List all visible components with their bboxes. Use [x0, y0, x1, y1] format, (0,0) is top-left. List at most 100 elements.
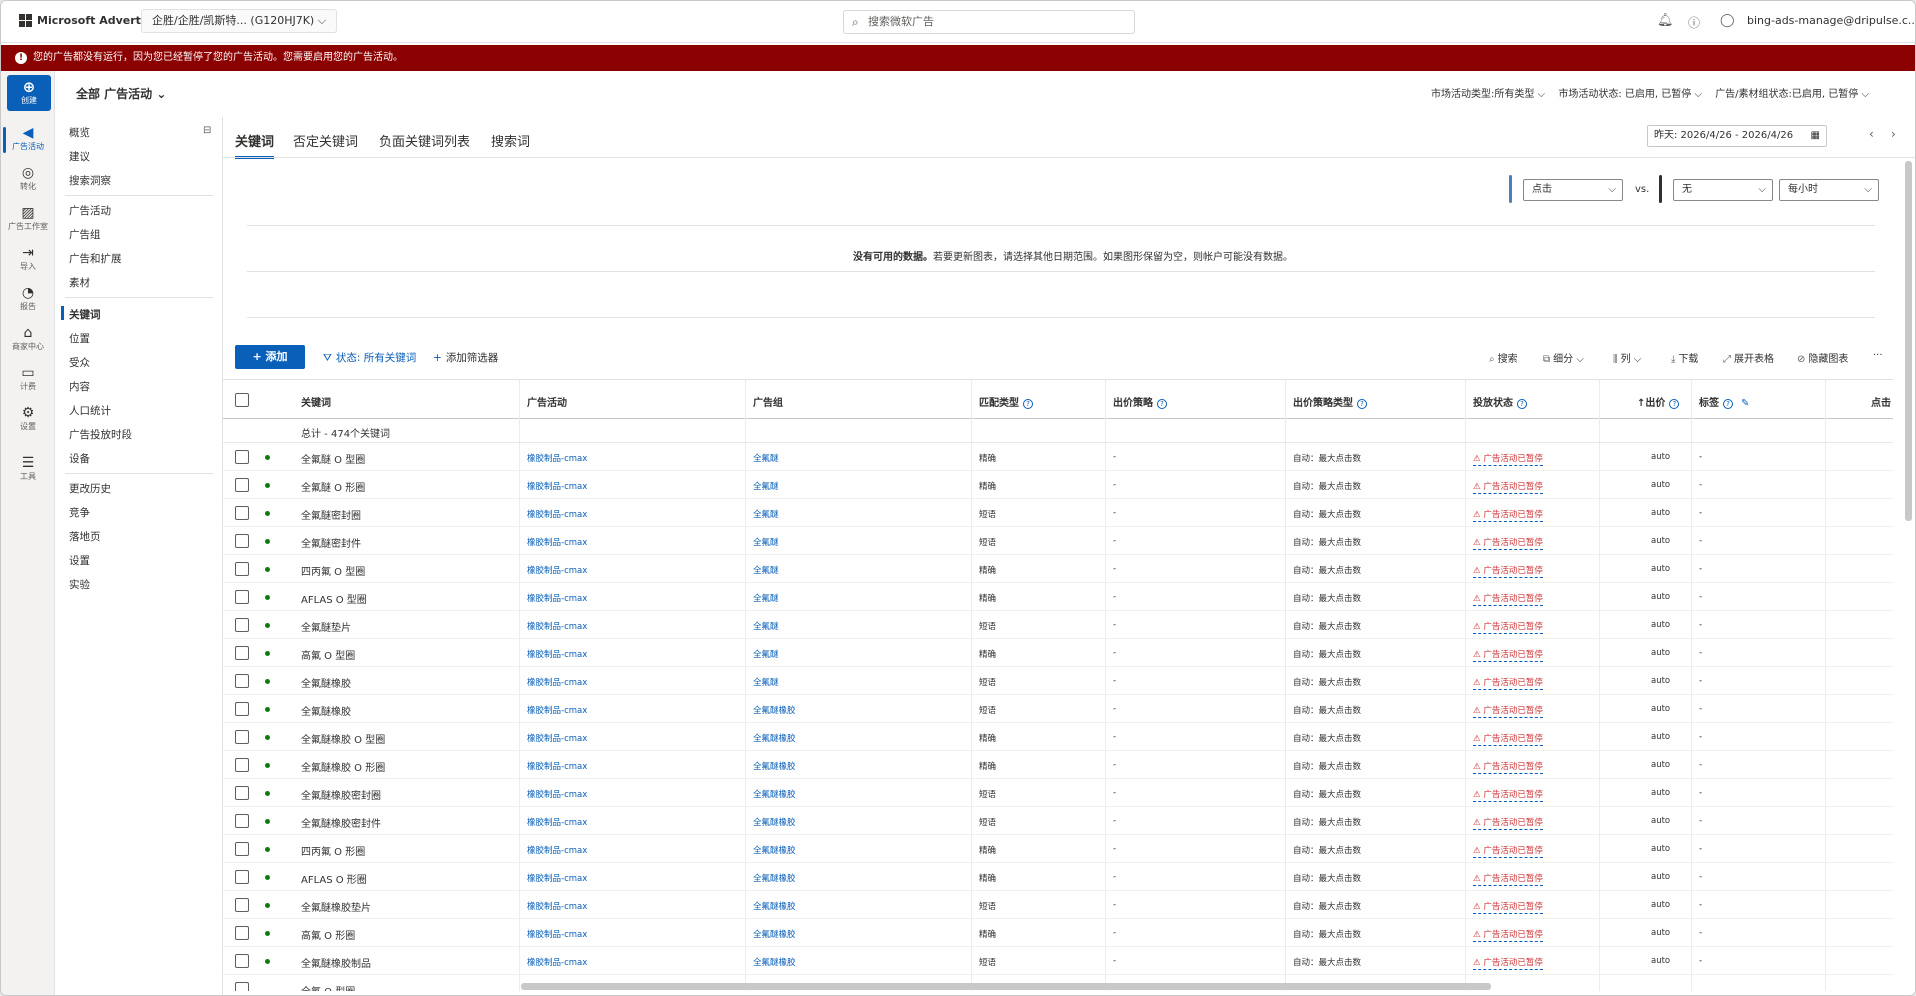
cell-ad-group[interactable]: 全氟醚 [753, 452, 779, 464]
cell-ad-group[interactable]: 全氟醚橡胶 [753, 760, 796, 772]
row-checkbox[interactable] [235, 646, 249, 660]
campaign-status-filter[interactable]: 市场活动状态: 已启用, 已暂停 ⌵ [1558, 89, 1702, 100]
user-email[interactable]: bing-ads-manage@dripulse.c... [1747, 14, 1915, 27]
columns-button[interactable]: ⫼ 列 ⌵ [1613, 350, 1641, 365]
cell-campaign[interactable]: 橡胶制品-cmax [527, 816, 587, 828]
cell-campaign[interactable]: 橡胶制品-cmax [527, 620, 587, 632]
cell-ad-group[interactable]: 全氟醚橡胶 [753, 732, 796, 744]
cell-keyword[interactable]: 全氟 O 型圈 [301, 983, 355, 991]
nav-search-insights[interactable]: 搜索洞察 [69, 173, 111, 188]
nav-ad-schedule[interactable]: 广告投放时段 [69, 427, 132, 442]
cell-campaign[interactable]: 橡胶制品-cmax [527, 844, 587, 856]
rail-item-import[interactable]: ⇥ 导入 [1, 245, 55, 272]
cell-keyword[interactable]: 全氟醚密封圈 [301, 507, 361, 522]
cell-ad-group[interactable]: 全氟醚橡胶 [753, 788, 796, 800]
row-checkbox[interactable] [235, 982, 249, 991]
rail-item-conversions[interactable]: ◎ 转化 [1, 165, 55, 192]
rail-item-billing[interactable]: ▭ 计费 [1, 365, 55, 392]
cell-keyword[interactable]: 全氟醚橡胶密封件 [301, 815, 381, 830]
cell-campaign[interactable]: 橡胶制品-cmax [527, 732, 587, 744]
create-button[interactable]: ⊕ 创建 [7, 75, 51, 111]
cell-delivery-status[interactable]: ⚠ 广告活动已暂停 [1473, 760, 1543, 774]
col-match-type[interactable]: 匹配类型? [979, 394, 1033, 409]
rail-item-settings[interactable]: ⚙ 设置 [1, 405, 55, 432]
cell-delivery-status[interactable]: ⚠ 广告活动已暂停 [1473, 956, 1543, 970]
account-selector[interactable]: 企胜/企胜/凯斯特... (G120HJ7K) ⌵ [141, 9, 338, 33]
cell-ad-group[interactable]: 全氟醚 [753, 536, 779, 548]
tab-negative-keyword-lists[interactable]: 负面关键词列表 [379, 131, 470, 150]
cell-ad-group[interactable]: 全氟醚 [753, 676, 779, 688]
row-checkbox[interactable] [235, 562, 249, 576]
nav-ad-groups[interactable]: 广告组 [69, 227, 101, 242]
cell-campaign[interactable]: 橡胶制品-cmax [527, 676, 587, 688]
metric1-select[interactable]: 点击 ⌵ [1523, 179, 1623, 201]
col-labels[interactable]: 标签? ✎ [1699, 394, 1749, 409]
cell-campaign[interactable]: 橡胶制品-cmax [527, 536, 587, 548]
cell-delivery-status[interactable]: ⚠ 广告活动已暂停 [1473, 676, 1543, 690]
cell-ad-group[interactable]: 全氟醚 [753, 648, 779, 660]
cell-campaign[interactable]: 橡胶制品-cmax [527, 452, 587, 464]
label-edit-icon[interactable]: ✎ [1741, 398, 1749, 409]
cell-keyword[interactable]: 全氟醚橡胶垫片 [301, 899, 371, 914]
date-range-picker[interactable]: 昨天: 2026/4/26 - 2026/4/26 ▦ [1647, 125, 1827, 147]
cell-delivery-status[interactable]: ⚠ 广告活动已暂停 [1473, 480, 1543, 494]
help-icon[interactable]: ⓘ [1688, 14, 1700, 31]
cell-delivery-status[interactable]: ⚠ 广告活动已暂停 [1473, 872, 1543, 886]
row-checkbox[interactable] [235, 814, 249, 828]
cell-ad-group[interactable]: 全氟醚橡胶 [753, 872, 796, 884]
cell-campaign[interactable]: 橡胶制品-cmax [527, 900, 587, 912]
cell-ad-group[interactable]: 全氟醚橡胶 [753, 956, 796, 968]
help-icon[interactable]: ? [1669, 399, 1680, 409]
cell-keyword[interactable]: 高氟 O 形圈 [301, 927, 355, 942]
global-search-input[interactable]: ⌕ 搜索微软广告 [843, 10, 1135, 34]
row-checkbox[interactable] [235, 730, 249, 744]
cell-delivery-status[interactable]: ⚠ 广告活动已暂停 [1473, 900, 1543, 914]
rail-item-merchant-center[interactable]: ⌂ 商家中心 [1, 325, 55, 352]
rail-item-ad-studio[interactable]: ▨ 广告工作室 [1, 205, 55, 232]
nav-campaigns[interactable]: 广告活动 [69, 203, 111, 218]
user-avatar-icon[interactable]: ◯ [1720, 13, 1735, 28]
cell-delivery-status[interactable]: ⚠ 广告活动已暂停 [1473, 620, 1543, 634]
cell-campaign[interactable]: 橡胶制品-cmax [527, 760, 587, 772]
col-keyword[interactable]: 关键词 [301, 394, 331, 409]
nav-change-history[interactable]: 更改历史 [69, 481, 111, 496]
cell-ad-group[interactable]: 全氟醚橡胶 [753, 900, 796, 912]
rail-item-reports[interactable]: ◔ 报告 [1, 285, 55, 312]
notification-bell-icon[interactable]: 🔔︎ [1657, 13, 1674, 28]
cell-delivery-status[interactable]: ⚠ 广告活动已暂停 [1473, 508, 1543, 522]
download-button[interactable]: ⤓ 下载 [1671, 350, 1698, 365]
row-checkbox[interactable] [235, 702, 249, 716]
cell-delivery-status[interactable]: ⚠ 广告活动已暂停 [1473, 592, 1543, 606]
date-next-icon[interactable]: › [1891, 127, 1896, 141]
nav-landing-pages[interactable]: 落地页 [69, 529, 101, 544]
cell-delivery-status[interactable]: ⚠ 广告活动已暂停 [1473, 536, 1543, 550]
adgroup-status-filter[interactable]: 广告/素材组状态:已启用, 已暂停 ⌵ [1715, 89, 1869, 100]
metric2-select[interactable]: 无 ⌵ [1673, 179, 1773, 201]
nav-keywords[interactable]: 关键词 [61, 306, 101, 322]
cell-delivery-status[interactable]: ⚠ 广告活动已暂停 [1473, 844, 1543, 858]
row-checkbox[interactable] [235, 758, 249, 772]
cell-ad-group[interactable]: 全氟醚橡胶 [753, 844, 796, 856]
rail-item-campaigns[interactable]: ◀ 广告活动 [1, 125, 55, 153]
cell-keyword[interactable]: 全氟醚橡胶 O 型圈 [301, 731, 385, 746]
col-bid-strategy-type[interactable]: 出价策略类型? [1293, 394, 1367, 409]
help-icon[interactable]: ? [1023, 399, 1033, 409]
cell-keyword[interactable]: 全氟醚橡胶制品 [301, 955, 371, 970]
select-all-checkbox[interactable] [235, 393, 249, 407]
row-checkbox[interactable] [235, 926, 249, 940]
cell-campaign[interactable]: 橡胶制品-cmax [527, 592, 587, 604]
col-bid[interactable]: ↑出价? [1637, 394, 1680, 409]
status-filter-chip[interactable]: ⛛ 状态: 所有关键词 [323, 350, 416, 365]
cell-ad-group[interactable]: 全氟醚 [753, 480, 779, 492]
cell-ad-group[interactable]: 全氟醚 [753, 564, 779, 576]
cell-keyword[interactable]: AFLAS O 形圈 [301, 871, 367, 886]
cell-delivery-status[interactable]: ⚠ 广告活动已暂停 [1473, 564, 1543, 578]
add-filter-button[interactable]: + 添加筛选器 [433, 350, 498, 365]
help-icon[interactable]: ? [1357, 399, 1367, 409]
date-prev-icon[interactable]: ‹ [1869, 127, 1874, 141]
nav-experiments[interactable]: 实验 [69, 577, 90, 592]
vertical-scrollbar[interactable] [1905, 161, 1912, 521]
grid-search-button[interactable]: ⌕ 搜索 [1489, 350, 1518, 365]
collapse-panel-icon[interactable]: ⊟ [203, 125, 211, 136]
row-checkbox[interactable] [235, 450, 249, 464]
